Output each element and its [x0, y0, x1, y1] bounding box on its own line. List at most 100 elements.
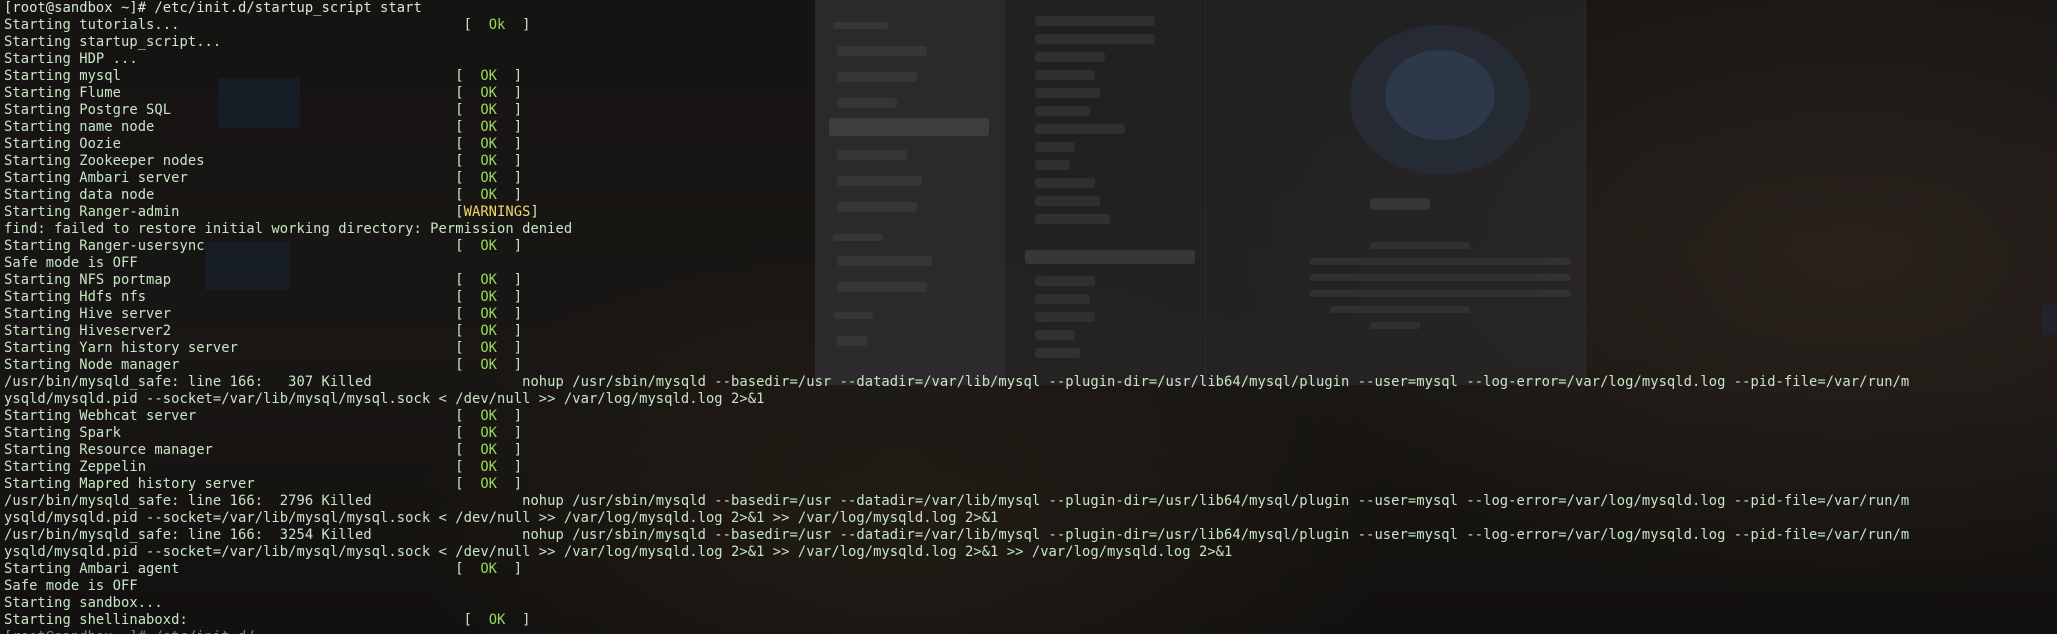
- terminal-line: Starting Ranger-admin [WARNINGS]: [4, 204, 2057, 221]
- terminal-line: ysqld/mysqld.pid --socket=/var/lib/mysql…: [4, 544, 1233, 560]
- ok-status: OK: [480, 85, 498, 101]
- ok-status: OK: [480, 187, 498, 203]
- terminal-line: Starting Hiveserver2 [ OK ]: [4, 323, 2057, 340]
- service-label: Starting data node [: [4, 187, 481, 203]
- terminal-line: Starting Flume [ OK ]: [4, 85, 2057, 102]
- terminal-line: find: failed to restore initial working …: [4, 221, 573, 237]
- ok-status: Ok: [488, 17, 506, 33]
- ok-status: OK: [480, 119, 498, 135]
- status-bracket: ]: [497, 323, 523, 339]
- status-bracket: ]: [497, 357, 523, 373]
- terminal-output[interactable]: [root@sandbox ~]# /etc/init.d/startup_sc…: [4, 0, 2057, 634]
- service-label: Starting Flume [: [4, 85, 481, 101]
- service-label: Starting Ranger-admin [: [4, 204, 464, 220]
- status-bracket: ]: [497, 442, 523, 458]
- terminal-line: Starting Ranger-usersync [ OK ]: [4, 238, 2057, 255]
- service-label: Starting Mapred history server [: [4, 476, 481, 492]
- terminal-line: ysqld/mysqld.pid --socket=/var/lib/mysql…: [4, 391, 765, 407]
- ok-status: OK: [480, 68, 498, 84]
- status-bracket: ]: [497, 459, 523, 475]
- terminal-line: Starting name node [ OK ]: [4, 119, 2057, 136]
- status-bracket: ]: [497, 153, 523, 169]
- status-bracket: ]: [497, 102, 523, 118]
- terminal-line: Starting Ambari server [ OK ]: [4, 170, 2057, 187]
- ok-status: OK: [480, 306, 498, 322]
- terminal-line: Starting Oozie [ OK ]: [4, 136, 2057, 153]
- shell-prompt-line: [root@sandbox ~]# /etc/init.d/: [4, 629, 2057, 634]
- ok-status: OK: [480, 442, 498, 458]
- status-bracket: ]: [497, 289, 523, 305]
- terminal-line: Starting HDP ...: [4, 51, 138, 67]
- status-bracket: ]: [497, 476, 523, 492]
- status-bracket: ]: [497, 136, 523, 152]
- service-label: Starting Hdfs nfs [: [4, 289, 481, 305]
- ok-status: OK: [480, 153, 498, 169]
- ok-status: OK: [488, 612, 506, 628]
- terminal-line: Starting tutorials... [ Ok ]: [4, 17, 2057, 34]
- terminal-line: Starting sandbox...: [4, 595, 163, 611]
- status-bracket: ]: [497, 170, 523, 186]
- service-label: Starting Spark [: [4, 425, 481, 441]
- status-bracket: ]: [505, 612, 531, 628]
- terminal-line: /usr/bin/mysqld_safe: line 166: 3254 Kil…: [4, 527, 1910, 543]
- status-bracket: ]: [497, 306, 523, 322]
- service-label: Starting Node manager [: [4, 357, 481, 373]
- terminal-line: Starting Webhcat server [ OK ]: [4, 408, 2057, 425]
- status-bracket: ]: [497, 408, 523, 424]
- service-label: Starting name node [: [4, 119, 481, 135]
- terminal-line: Starting Zeppelin [ OK ]: [4, 459, 2057, 476]
- ok-status: OK: [480, 476, 498, 492]
- status-bracket: ]: [497, 238, 523, 254]
- terminal-line: Starting Resource manager [ OK ]: [4, 442, 2057, 459]
- service-label: Starting Hiveserver2 [: [4, 323, 481, 339]
- status-bracket: ]: [497, 68, 523, 84]
- service-label: Starting Ranger-usersync [: [4, 238, 481, 254]
- terminal-line: Starting Spark [ OK ]: [4, 425, 2057, 442]
- service-label: Starting shellinaboxd: [: [4, 612, 489, 628]
- ok-status: OK: [480, 323, 498, 339]
- ok-status: OK: [480, 561, 498, 577]
- service-label: Starting Zeppelin [: [4, 459, 481, 475]
- service-label: Starting NFS portmap [: [4, 272, 481, 288]
- terminal-line: Starting Zookeeper nodes [ OK ]: [4, 153, 2057, 170]
- status-bracket: ]: [497, 425, 523, 441]
- terminal-line: Starting Node manager [ OK ]: [4, 357, 2057, 374]
- terminal-line: Starting Hdfs nfs [ OK ]: [4, 289, 2057, 306]
- ok-status: OK: [480, 408, 498, 424]
- terminal-line: /usr/bin/mysqld_safe: line 166: 307 Kill…: [4, 374, 1910, 390]
- terminal-line: /usr/bin/mysqld_safe: line 166: 2796 Kil…: [4, 493, 1910, 509]
- service-label: Starting mysql [: [4, 68, 481, 84]
- service-label: Starting Postgre SQL [: [4, 102, 481, 118]
- ok-status: OK: [480, 170, 498, 186]
- terminal-line: Starting Mapred history server [ OK ]: [4, 476, 2057, 493]
- terminal-line: Safe mode is OFF: [4, 578, 138, 594]
- terminal-line: Starting Yarn history server [ OK ]: [4, 340, 2057, 357]
- status-bracket: ]: [530, 204, 539, 220]
- status-bracket: ]: [497, 340, 523, 356]
- service-label: Starting Webhcat server [: [4, 408, 481, 424]
- terminal-line: Starting Postgre SQL [ OK ]: [4, 102, 2057, 119]
- ok-status: OK: [480, 136, 498, 152]
- status-bracket: ]: [497, 272, 523, 288]
- terminal-line: Starting shellinaboxd: [ OK ]: [4, 612, 2057, 629]
- service-label: Starting Ambari agent [: [4, 561, 481, 577]
- ok-status: OK: [480, 289, 498, 305]
- ok-status: OK: [480, 272, 498, 288]
- terminal-line: Starting Hive server [ OK ]: [4, 306, 2057, 323]
- ok-status: OK: [480, 459, 498, 475]
- service-label: Starting Resource manager [: [4, 442, 481, 458]
- ok-status: OK: [480, 425, 498, 441]
- ok-status: OK: [480, 357, 498, 373]
- terminal-line: Safe mode is OFF: [4, 255, 138, 271]
- service-label: Starting Oozie [: [4, 136, 481, 152]
- service-label: Starting Ambari server [: [4, 170, 481, 186]
- ok-status: OK: [480, 340, 498, 356]
- status-bracket: ]: [497, 561, 523, 577]
- terminal-line: Starting data node [ OK ]: [4, 187, 2057, 204]
- terminal-line: Starting Ambari agent [ OK ]: [4, 561, 2057, 578]
- warning-status: WARNINGS: [463, 204, 531, 220]
- status-bracket: ]: [497, 119, 523, 135]
- terminal-line: Starting NFS portmap [ OK ]: [4, 272, 2057, 289]
- ok-status: OK: [480, 102, 498, 118]
- service-label: Starting Hive server [: [4, 306, 481, 322]
